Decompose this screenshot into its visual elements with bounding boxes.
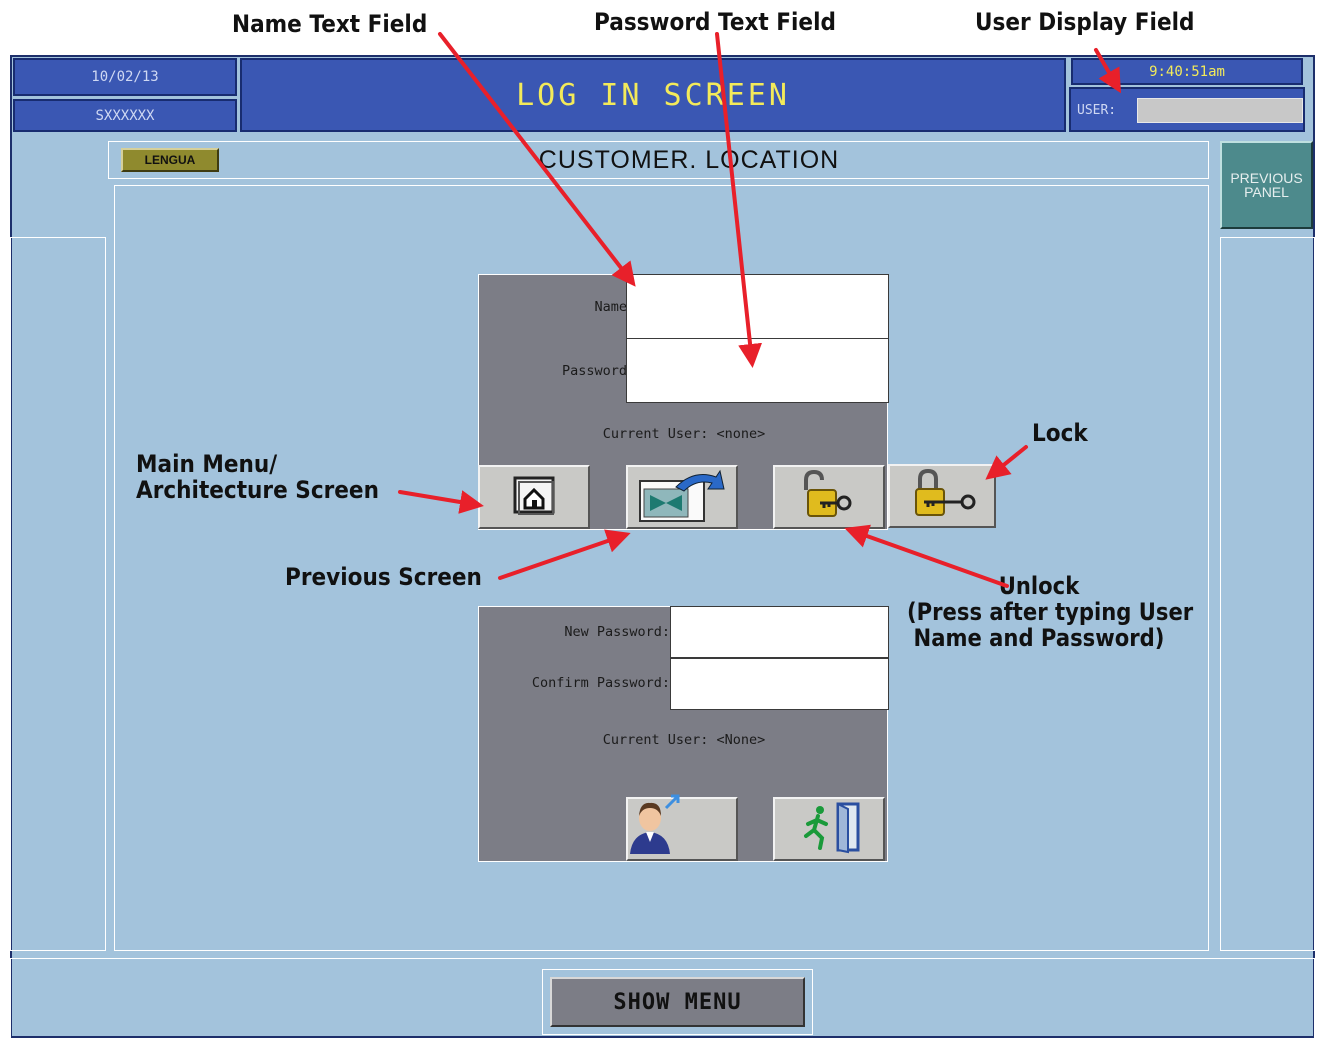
arrow-to-previous-screen-button [498,529,631,580]
arrow-to-user-display-field [1094,48,1122,94]
annotation-arrows [398,32,1122,588]
arrow-to-password-field [715,32,763,368]
arrow-to-main-menu-button [398,490,484,514]
arrow-to-unlock-button [844,524,1009,588]
arrow-to-lock-button [985,445,1028,480]
arrow-to-name-field [438,32,636,287]
